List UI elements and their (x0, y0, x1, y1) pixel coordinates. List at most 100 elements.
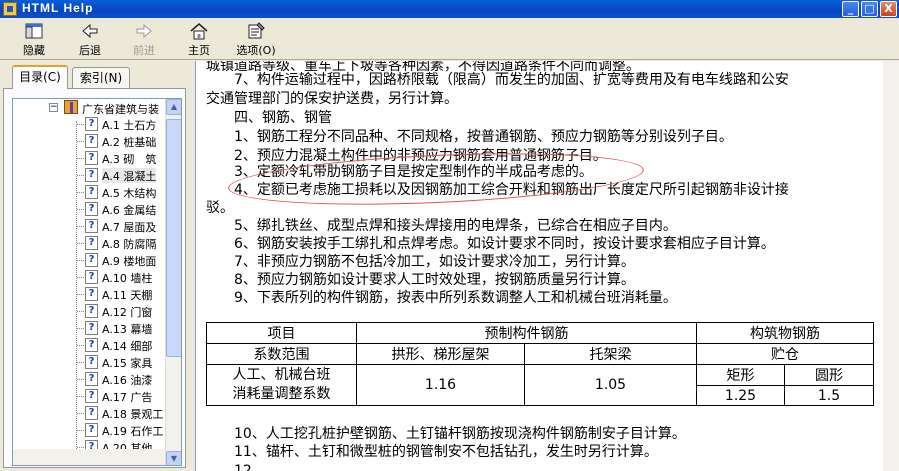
collapse-icon[interactable]: − (49, 103, 58, 112)
tree-item[interactable]: ? A.8 防腐隔 (13, 235, 167, 251)
contents-tree: − 广东省建筑与装 ? A.1 土石方? A.2 桩基础? A.3 砌 筑? A.4 混… (12, 98, 182, 466)
tree-connector (77, 294, 84, 295)
tree-item-label: A.3 砌 筑 (102, 153, 157, 166)
topic-line: 8、预应力钢筋如设计要求人工时效处理，按钢筋质量另行计算。 (206, 272, 635, 288)
tree-item[interactable]: ? A.12 门窗 (13, 303, 167, 319)
tree-item[interactable]: ? A.10 墙柱 (13, 269, 167, 285)
tree-connector (77, 430, 84, 431)
tree-item[interactable]: ? A.18 景观工 (13, 405, 167, 421)
tree-vertical-scrollbar[interactable]: ▲ ▼ (165, 99, 181, 465)
tree-item-label: A.16 油漆 (102, 374, 153, 387)
tree-connector (77, 379, 84, 380)
tree-item[interactable]: ? A.9 楼地面 (13, 252, 167, 268)
tree-connector (77, 243, 84, 244)
topic-line: 12、.................... (206, 463, 355, 471)
help-topic-icon: ? (85, 134, 98, 148)
table-cell: 系数范围 (206, 343, 357, 365)
tree-item-label: A.2 桩基础 (102, 136, 157, 149)
tree-item[interactable]: ? A.13 幕墙 (13, 320, 167, 336)
tree-item-label: A.5 木结构 (102, 187, 157, 200)
tree-item[interactable]: ? A.11 天棚 (13, 286, 167, 302)
table-cell: 托架梁 (524, 343, 697, 365)
maximize-button[interactable]: □ (861, 1, 878, 17)
tree-item[interactable]: ? A.5 木结构 (13, 184, 167, 200)
tree-item[interactable]: ? A.2 桩基础 (13, 133, 167, 149)
home-icon (190, 23, 208, 40)
minimize-button[interactable]: _ (842, 1, 859, 17)
forward-button[interactable]: 前进 (120, 20, 168, 58)
tree-item-label: A.19 石作工 (102, 425, 164, 438)
tree-item[interactable]: ? A.15 家具 (13, 354, 167, 370)
topic-line: 驳。 (206, 200, 234, 216)
tree-connector (77, 124, 84, 125)
tree-connector (77, 209, 84, 210)
tab-index[interactable]: 索引(N) (72, 67, 130, 89)
home-button[interactable]: 主页 (175, 20, 223, 58)
back-button[interactable]: 后退 (66, 20, 114, 58)
tree-item[interactable]: ? A.1 土石方 (13, 116, 167, 132)
table-header-structure: 构筑物钢筋 (696, 322, 874, 344)
tree-item-label: A.11 天棚 (102, 289, 153, 302)
help-topic-icon: ? (85, 236, 98, 250)
help-topic-icon: ? (85, 338, 98, 352)
table-cell: 圆形 (784, 364, 874, 386)
tree-item-label: A.14 细部 (102, 340, 153, 353)
tree-item[interactable]: ? A.6 金属结 (13, 201, 167, 217)
topic-line: 7、构件运输过程中，因路桥限载（限高）而发生的加固、扩宽等费用及有电车线路和公安 (206, 72, 789, 88)
toolbar: 隐藏 后退 前进 主页 选项(O) (0, 18, 899, 60)
tree-item-label: A.13 幕墙 (102, 323, 153, 336)
tree-connector (77, 311, 84, 312)
help-topic-icon: ? (85, 321, 98, 335)
help-topic-icon: ? (85, 389, 98, 403)
table-cell: 1.25 (696, 385, 785, 406)
tree-connector (77, 277, 84, 278)
tree-item[interactable]: ? A.14 细部 (13, 337, 167, 353)
help-topic-icon: ? (85, 287, 98, 301)
topic-content: 城镇道路等级、重车上下坡等各种因素，不得因道路条件不同而调整。 7、构件运输过程… (196, 61, 884, 471)
help-topic-icon: ? (85, 270, 98, 284)
tree-root-item[interactable]: − 广东省建筑与装 (13, 100, 167, 116)
table-cell: 人工、机械台班 消耗量调整系数 (206, 364, 357, 406)
tree-connector (77, 226, 84, 227)
topic-line: 11、锚杆、土钉和微型桩的钢管制安不包括钻孔，发生时另行计算。 (206, 444, 658, 460)
tree-item[interactable]: ? A.7 屋面及 (13, 218, 167, 234)
tree-item-label: A.6 金属结 (102, 204, 157, 217)
tree-item[interactable]: ? A.17 广告 (13, 388, 167, 404)
open-book-icon (64, 100, 78, 114)
close-button[interactable]: X (880, 1, 897, 17)
tree-item-label: A.18 景观工 (102, 408, 164, 421)
tree-connector (77, 447, 84, 448)
scroll-down-icon[interactable]: ▼ (166, 451, 181, 465)
tree-item-label: A.10 墙柱 (102, 272, 153, 285)
navigation-pane: 目录(C) 索引(N) − 广东省建筑与装 ? A.1 土石方? A.2 桩基础? A… (0, 61, 191, 471)
help-topic-icon: ? (85, 304, 98, 318)
topic-vertical-scrollbar[interactable] (883, 61, 899, 471)
scroll-up-icon[interactable]: ▲ (166, 99, 181, 115)
tree-connector (77, 141, 84, 142)
tree-connector (77, 345, 84, 346)
tab-contents[interactable]: 目录(C) (12, 65, 68, 89)
tree-item[interactable]: ? A.3 砌 筑 (13, 150, 167, 166)
tree-item-label: A.12 门窗 (102, 306, 153, 319)
table-cell: 1.5 (784, 385, 874, 406)
tree-item[interactable]: ? A.19 石作工 (13, 422, 167, 438)
options-button[interactable]: 选项(O) (232, 20, 280, 58)
tree-scroll-thumb[interactable] (166, 119, 181, 357)
tree-item[interactable]: ? A.4 混凝土 (13, 167, 167, 183)
table-cell: 1.16 (356, 364, 525, 406)
tree-connector (77, 413, 84, 414)
help-topic-icon: ? (85, 372, 98, 386)
topic-line: 7、非预应力钢筋不包括冷加工，如设计要求冷加工，另行计算。 (206, 254, 635, 270)
hide-button[interactable]: 隐藏 (10, 20, 58, 58)
coefficient-table: 项目 预制构件钢筋 构筑物钢筋 系数范围 拱形、梯形屋架 托架梁 贮仓 人工、机… (206, 322, 874, 406)
tree-item-label: A.9 楼地面 (102, 255, 157, 268)
window-title: HTML Help (22, 1, 94, 15)
help-topic-icon: ? (85, 185, 98, 199)
html-help-window: HTML Help _ □ X 隐藏 后退 前进 主页 选项(O) 目录(C) … (0, 0, 899, 471)
help-topic-icon: ? (85, 219, 98, 233)
title-bar[interactable]: HTML Help _ □ X (0, 0, 899, 18)
tree-horizontal-scrollbar[interactable] (13, 449, 167, 465)
table-header-precast: 预制构件钢筋 (356, 322, 697, 344)
tree-item[interactable]: ? A.16 油漆 (13, 371, 167, 387)
help-topic-icon: ? (85, 406, 98, 420)
